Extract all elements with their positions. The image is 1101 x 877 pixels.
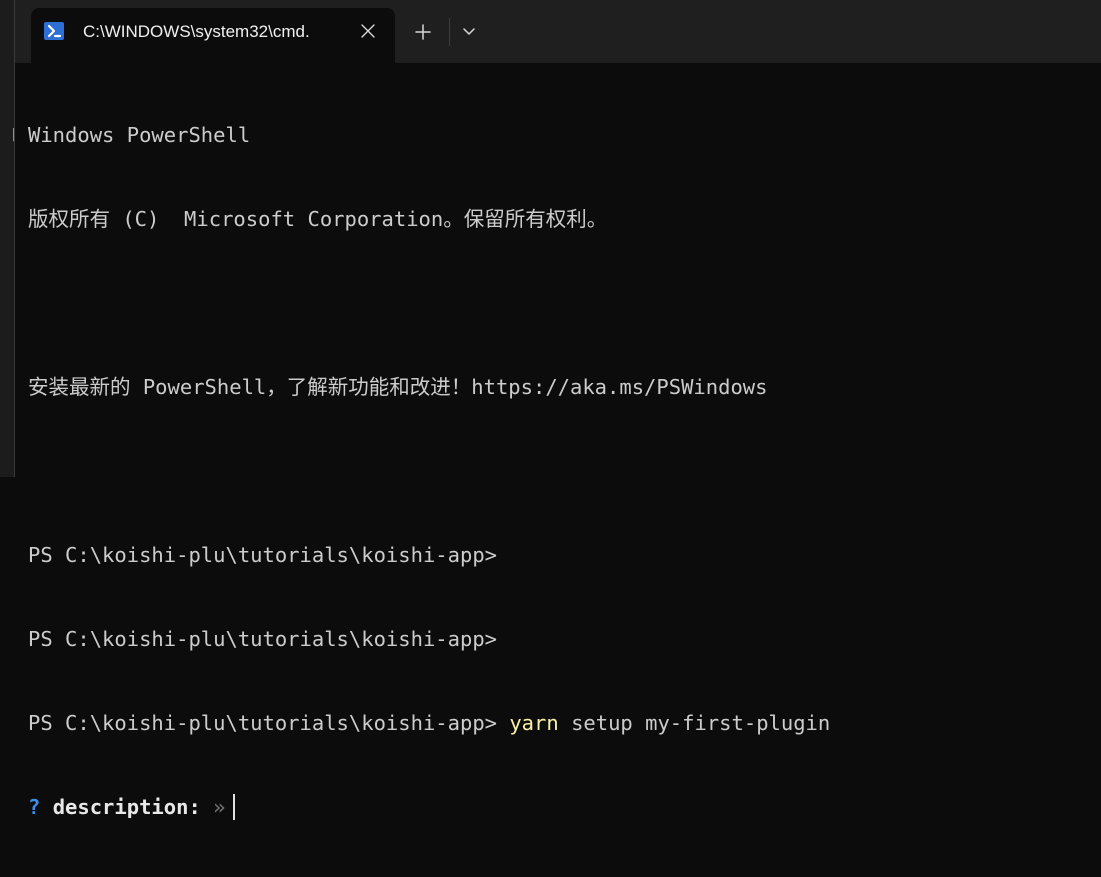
powershell-icon [44, 22, 64, 40]
question-mark: ? [28, 795, 41, 819]
titlebar-divider [449, 18, 450, 46]
command-args: setup my-first-plugin [571, 711, 831, 735]
title-bar: C:\WINDOWS\system32\cmd. [15, 0, 1101, 63]
prompt-line: PS C:\koishi-plu\tutorials\koishi-app> [28, 543, 497, 567]
command-line: PS C:\koishi-plu\tutorials\koishi-app> y… [28, 709, 1101, 737]
question-line[interactable]: ? description: » [28, 793, 1101, 821]
close-icon[interactable] [355, 18, 381, 44]
output-line: 安装最新的 PowerShell，了解新功能和改进！https://aka.ms… [28, 375, 768, 399]
output-line: Windows PowerShell [28, 123, 251, 147]
tab-title: C:\WINDOWS\system32\cmd. [83, 22, 310, 41]
chevron-down-icon[interactable] [453, 16, 485, 48]
plus-icon[interactable] [407, 16, 439, 48]
terminal-window: C:\WINDOWS\system32\cmd. Windows PowerSh… [14, 0, 1101, 820]
text-cursor[interactable] [233, 794, 236, 820]
background-window-edge: 「 [0, 0, 20, 477]
terminal-output[interactable]: Windows PowerShell 版权所有 (C) Microsoft Co… [28, 65, 1101, 820]
question-label: description: [52, 795, 201, 819]
tab-cmd[interactable]: C:\WINDOWS\system32\cmd. [31, 8, 395, 54]
prompt-line: PS C:\koishi-plu\tutorials\koishi-app> [28, 627, 497, 651]
tab-connector [31, 54, 395, 63]
command-name: yarn [509, 711, 559, 735]
output-line: 版权所有 (C) Microsoft Corporation。保留所有权利。 [28, 207, 608, 231]
prompt: PS C:\koishi-plu\tutorials\koishi-app> [28, 711, 497, 735]
question-hint: » [213, 795, 226, 819]
